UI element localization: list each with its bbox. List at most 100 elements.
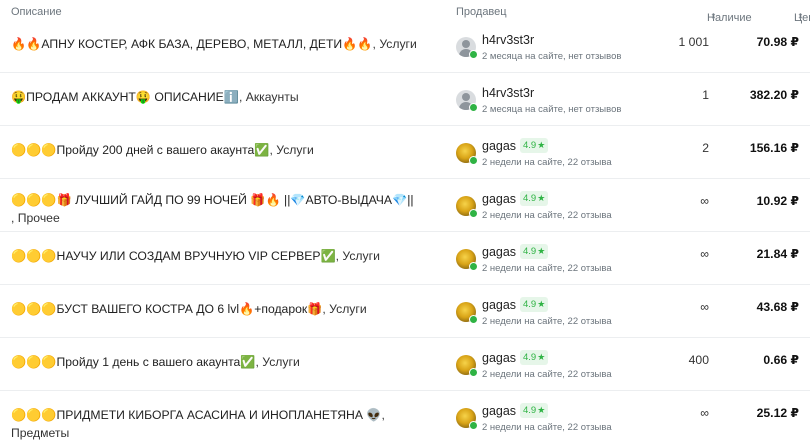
offer-title: 🔥🔥АПНУ КОСТЕР, АФК БАЗА, ДЕРЕВО, МЕТАЛЛ,… <box>11 37 373 51</box>
online-status-icon <box>469 50 478 59</box>
seller-rating: 4.9 <box>523 246 537 257</box>
seller-meta: 2 недели на сайте, 22 отзыва <box>482 422 612 433</box>
offer-category: , Услуги <box>269 143 314 157</box>
offer-title: 🤑ПРОДАМ АККАУНТ🤑 ОПИСАНИЕℹ️ <box>11 90 239 104</box>
offer-description: 🟡🟡🟡Пройду 200 дней с вашего акаунта✅, Ус… <box>11 141 441 159</box>
offer-description: 🟡🟡🟡🎁 ЛУЧШИЙ ГАЙД ПО 99 НОЧЕЙ 🎁🔥 ||💎АВТО-… <box>11 191 441 227</box>
offer-description: 🟡🟡🟡БУСТ ВАШЕГО КОСТРА ДО 6 lvl🔥+подарок🎁… <box>11 300 441 318</box>
offer-price: 10.92 ₽ <box>756 194 799 208</box>
seller-name[interactable]: gagas <box>482 404 516 418</box>
seller-avatar[interactable] <box>456 302 478 324</box>
seller-name[interactable]: gagas <box>482 245 516 259</box>
seller-avatar[interactable] <box>456 90 478 112</box>
offer-price: 25.12 ₽ <box>756 406 799 420</box>
online-status-icon <box>469 209 478 218</box>
seller-rating-badge: 4.9★ <box>520 403 549 418</box>
offer-price: 0.66 ₽ <box>763 353 799 367</box>
star-icon: ★ <box>537 352 546 362</box>
offer-title: 🟡🟡🟡🎁 ЛУЧШИЙ ГАЙД ПО 99 НОЧЕЙ 🎁🔥 ||💎АВТО-… <box>11 193 414 207</box>
seller-rating: 4.9 <box>523 405 537 416</box>
seller-meta: 2 недели на сайте, 22 отзыва <box>482 369 612 380</box>
online-status-icon <box>469 315 478 324</box>
offer-description: 🟡🟡🟡НАУЧУ ИЛИ СОЗДАМ ВРУЧНУЮ VIP СЕРВЕР✅,… <box>11 247 441 265</box>
offer-category: , Прочее <box>11 211 60 225</box>
offer-title: 🟡🟡🟡Пройду 200 дней с вашего акаунта✅ <box>11 143 270 157</box>
offer-title: 🟡🟡🟡БУСТ ВАШЕГО КОСТРА ДО 6 lvl🔥+подарок🎁 <box>11 302 323 316</box>
seller-name[interactable]: h4rv3st3r <box>482 86 534 100</box>
offer-category: , Услуги <box>372 37 417 51</box>
offer-stock: 1 <box>702 88 709 102</box>
star-icon: ★ <box>537 299 546 309</box>
offer-stock: 400 <box>688 353 709 367</box>
table-row[interactable]: 🟡🟡🟡ПРИДМЕТИ КИБОРГА АСАСИНА И ИНОПЛАНЕТЯ… <box>0 391 810 443</box>
seller-rating: 4.9 <box>523 193 537 204</box>
offer-price: 156.16 ₽ <box>749 141 799 155</box>
seller-name[interactable]: gagas <box>482 192 516 206</box>
seller-name[interactable]: h4rv3st3r <box>482 33 534 47</box>
online-status-icon <box>469 103 478 112</box>
offer-stock: ∞ <box>700 300 709 314</box>
offer-category: , Аккаунты <box>238 90 299 104</box>
star-icon: ★ <box>537 193 546 203</box>
star-icon: ★ <box>537 246 546 256</box>
offer-price: 21.84 ₽ <box>756 247 799 261</box>
offer-category: , Услуги <box>335 249 380 263</box>
table-row[interactable]: 🟡🟡🟡Пройду 1 день с вашего акаунта✅, Услу… <box>0 338 810 391</box>
offer-stock: 2 <box>702 141 709 155</box>
online-status-icon <box>469 368 478 377</box>
offer-description: 🟡🟡🟡Пройду 1 день с вашего акаунта✅, Услу… <box>11 353 441 371</box>
table-row[interactable]: 🤑ПРОДАМ АККАУНТ🤑 ОПИСАНИЕℹ️, Аккаунты h4… <box>0 73 810 126</box>
seller-meta: 2 недели на сайте, 22 отзыва <box>482 157 612 168</box>
star-icon: ★ <box>537 140 546 150</box>
table-row[interactable]: 🟡🟡🟡НАУЧУ ИЛИ СОЗДАМ ВРУЧНУЮ VIP СЕРВЕР✅,… <box>0 232 810 285</box>
seller-rating-badge: 4.9★ <box>520 350 549 365</box>
column-header-seller: Продавец <box>456 6 507 18</box>
seller-rating-badge: 4.9★ <box>520 244 549 259</box>
table-row[interactable]: 🟡🟡🟡🎁 ЛУЧШИЙ ГАЙД ПО 99 НОЧЕЙ 🎁🔥 ||💎АВТО-… <box>0 179 810 232</box>
online-status-icon <box>469 262 478 271</box>
column-header-description: Описание <box>11 6 62 18</box>
seller-rating-badge: 4.9★ <box>520 138 549 153</box>
seller-rating-badge: 4.9★ <box>520 191 549 206</box>
table-row[interactable]: 🟡🟡🟡Пройду 200 дней с вашего акаунта✅, Ус… <box>0 126 810 179</box>
seller-avatar[interactable] <box>456 355 478 377</box>
seller-avatar[interactable] <box>456 408 478 430</box>
offer-price: 70.98 ₽ <box>756 35 799 49</box>
offer-category: , Услуги <box>255 355 300 369</box>
table-row[interactable]: 🟡🟡🟡БУСТ ВАШЕГО КОСТРА ДО 6 lvl🔥+подарок🎁… <box>0 285 810 338</box>
offer-stock: ∞ <box>700 247 709 261</box>
table-row[interactable]: 🔥🔥АПНУ КОСТЕР, АФК БАЗА, ДЕРЕВО, МЕТАЛЛ,… <box>0 20 810 73</box>
offer-title: 🟡🟡🟡НАУЧУ ИЛИ СОЗДАМ ВРУЧНУЮ VIP СЕРВЕР✅ <box>11 249 336 263</box>
seller-rating: 4.9 <box>523 352 537 363</box>
seller-rating: 4.9 <box>523 299 537 310</box>
offer-stock: ∞ <box>700 406 709 420</box>
seller-name[interactable]: gagas <box>482 139 516 153</box>
seller-avatar[interactable] <box>456 143 478 165</box>
seller-avatar[interactable] <box>456 249 478 271</box>
seller-name[interactable]: gagas <box>482 298 516 312</box>
seller-meta: 2 недели на сайте, 22 отзыва <box>482 316 612 327</box>
offer-stock: ∞ <box>700 194 709 208</box>
seller-avatar[interactable] <box>456 37 478 59</box>
seller-meta: 2 недели на сайте, 22 отзыва <box>482 263 612 274</box>
offer-stock: 1 001 <box>678 35 710 49</box>
seller-rating-badge: 4.9★ <box>520 297 549 312</box>
offer-title: 🟡🟡🟡ПРИДМЕТИ КИБОРГА АСАСИНА И ИНОПЛАНЕТЯ… <box>11 408 382 422</box>
offer-price: 382.20 ₽ <box>749 88 799 102</box>
table-header: Описание Продавец Наличие⇕ Цена⇕ <box>0 0 810 24</box>
offer-price: 43.68 ₽ <box>756 300 799 314</box>
seller-avatar[interactable] <box>456 196 478 218</box>
seller-rating: 4.9 <box>523 140 537 151</box>
seller-meta: 2 недели на сайте, 22 отзыва <box>482 210 612 221</box>
offer-title: 🟡🟡🟡Пройду 1 день с вашего акаунта✅ <box>11 355 256 369</box>
seller-meta: 2 месяца на сайте, нет отзывов <box>482 51 622 62</box>
offers-table: 🔥🔥АПНУ КОСТЕР, АФК БАЗА, ДЕРЕВО, МЕТАЛЛ,… <box>0 20 810 443</box>
seller-meta: 2 месяца на сайте, нет отзывов <box>482 104 622 115</box>
offer-description: 🔥🔥АПНУ КОСТЕР, АФК БАЗА, ДЕРЕВО, МЕТАЛЛ,… <box>11 35 441 53</box>
offer-description: 🤑ПРОДАМ АККАУНТ🤑 ОПИСАНИЕℹ️, Аккаунты <box>11 88 441 106</box>
seller-name[interactable]: gagas <box>482 351 516 365</box>
online-status-icon <box>469 156 478 165</box>
offer-category: , Услуги <box>322 302 367 316</box>
star-icon: ★ <box>537 405 546 415</box>
offer-description: 🟡🟡🟡ПРИДМЕТИ КИБОРГА АСАСИНА И ИНОПЛАНЕТЯ… <box>11 406 441 442</box>
